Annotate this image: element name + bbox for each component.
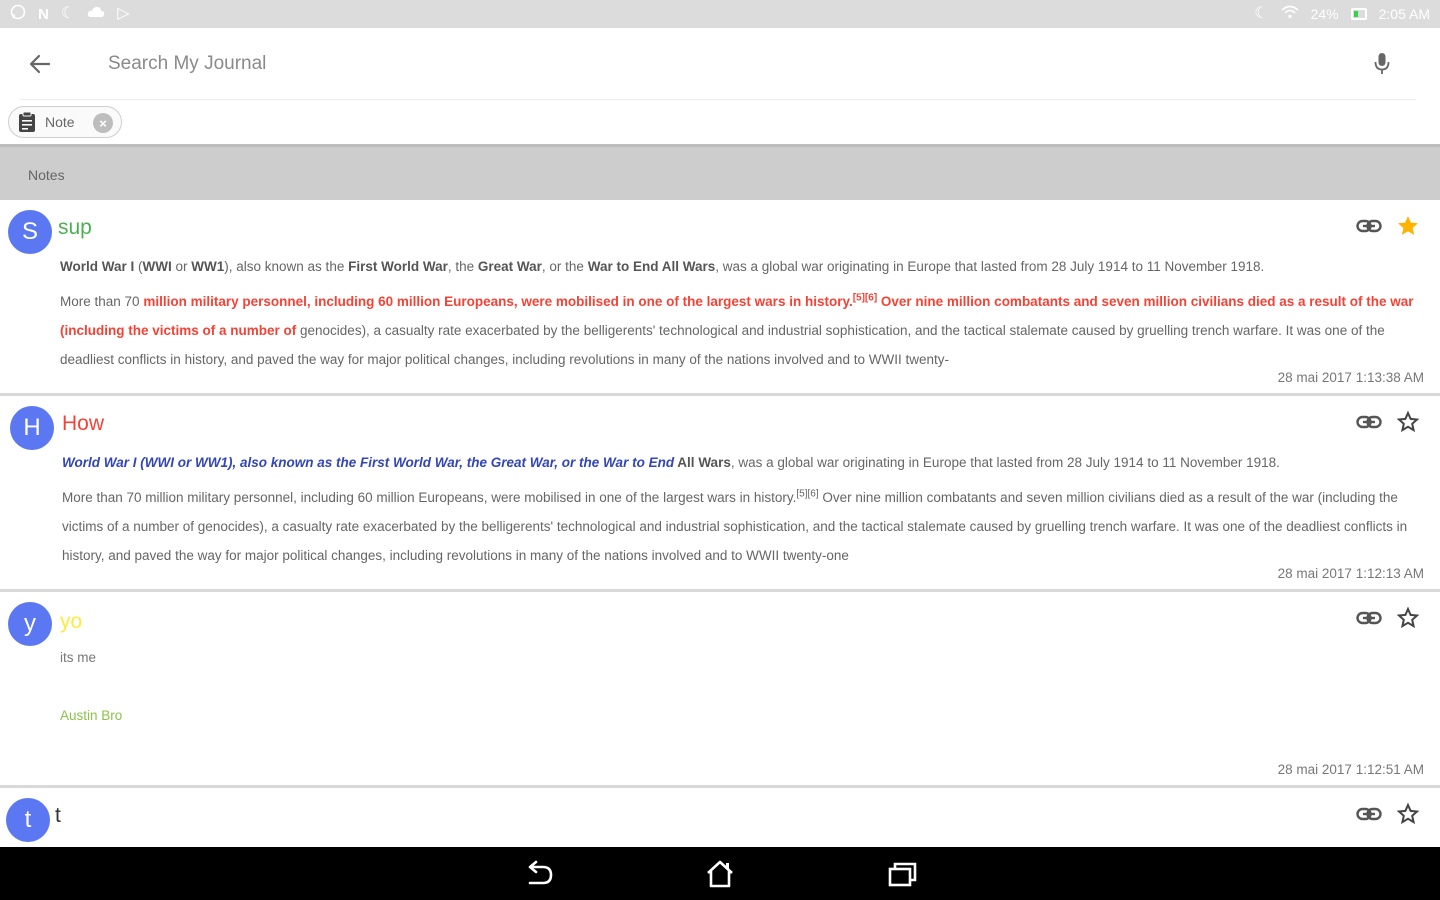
highlighted-text: million military personnel, including 60… <box>143 294 853 309</box>
text: More than 70 million military personnel,… <box>62 490 797 505</box>
avatar: y <box>8 602 52 646</box>
note-title: yo <box>60 610 83 633</box>
chip-close-icon[interactable]: × <box>93 113 113 133</box>
battery-percent: 24% <box>1310 6 1339 22</box>
star-filled-icon[interactable] <box>1396 214 1420 238</box>
link-icon[interactable] <box>1356 806 1382 822</box>
status-time: 2:05 AM <box>1378 6 1430 22</box>
text: , the <box>447 259 478 274</box>
moon-icon: ☾ <box>1254 5 1269 22</box>
star-outline-icon[interactable] <box>1396 606 1420 630</box>
nav-back-button[interactable] <box>521 857 557 891</box>
status-right-icons: ☾ 24% 2:05 AM <box>1254 5 1430 23</box>
note-card[interactable]: y yo its me Austin Bro 28 mai 2017 1:12:… <box>0 592 1440 788</box>
chip-label: Note <box>45 114 75 130</box>
clipboard-icon <box>19 111 35 132</box>
note-title: sup <box>58 216 92 239</box>
section-title: Notes <box>28 167 65 183</box>
note-card[interactable]: t t <box>0 788 1440 847</box>
note-filter-chip[interactable]: Note × <box>8 106 122 138</box>
microphone-icon <box>1374 53 1390 74</box>
text: ( <box>134 259 143 274</box>
text: or <box>171 259 192 274</box>
note-paragraph: More than 70 million military personnel,… <box>62 483 1424 564</box>
back-button[interactable] <box>22 48 58 80</box>
note-card[interactable]: S sup World War I (WWI or WW1), also kno… <box>0 200 1440 396</box>
bold-text: Great War <box>477 259 542 274</box>
nav-home-button[interactable] <box>702 857 738 891</box>
star-outline-icon[interactable] <box>1396 410 1420 434</box>
note-actions <box>1356 802 1420 826</box>
bold-text: All Wars <box>674 455 731 470</box>
citation-ref: [5][6] <box>796 488 819 500</box>
voice-search-button[interactable] <box>1366 48 1398 80</box>
navigation-bar <box>0 847 1440 900</box>
note-body: World War I (WWI or WW1), also known as … <box>60 252 1424 368</box>
search-bar <box>0 28 1440 100</box>
n-notification-icon: N <box>38 5 49 23</box>
bold-text: War to End All Wars <box>587 259 716 274</box>
cloud-icon <box>87 5 105 23</box>
note-signature: Austin Bro <box>60 708 123 723</box>
home-icon <box>707 860 733 888</box>
note-body: its me <box>60 650 97 665</box>
moon-icon: ☾ <box>60 5 76 22</box>
filter-chip-row: Note × <box>0 100 1440 144</box>
status-bar: N ☾ ▷ ☾ 24% 2:05 AM <box>0 0 1440 28</box>
note-first-line: World War I (WWI or WW1), also known as … <box>62 448 1424 477</box>
status-left-icons: N ☾ ▷ <box>10 4 130 24</box>
avatar: S <box>8 210 52 254</box>
arrow-back-icon <box>29 54 51 74</box>
text: , was a global war originating in Europe… <box>730 455 1280 470</box>
avatar: t <box>6 798 50 842</box>
bold-text: World War I <box>60 259 135 274</box>
note-date: 28 mai 2017 1:13:38 AM <box>1277 370 1424 385</box>
note-title: t <box>55 804 61 827</box>
note-actions <box>1356 410 1420 434</box>
note-body: World War I (WWI or WW1), also known as … <box>62 448 1424 564</box>
text: , was a global war originating in Europe… <box>715 259 1265 274</box>
citation-ref: [5][6] <box>852 292 878 304</box>
wifi-icon <box>1281 5 1299 23</box>
text: , or the <box>541 259 588 274</box>
recents-icon <box>888 862 917 887</box>
link-icon[interactable] <box>1356 414 1382 430</box>
whatsapp-icon <box>10 4 26 24</box>
section-header: Notes <box>0 144 1440 200</box>
battery-icon <box>1350 8 1367 20</box>
note-date: 28 mai 2017 1:12:51 AM <box>1277 762 1424 777</box>
bold-text: First World War <box>348 259 448 274</box>
highlighted-text: World War I (WWI or WW1), also known as … <box>62 455 675 470</box>
note-actions <box>1356 606 1420 630</box>
back-icon <box>528 860 553 885</box>
note-card[interactable]: H How World War I (WWI or WW1), also kno… <box>0 396 1440 592</box>
note-first-line: World War I (WWI or WW1), also known as … <box>60 252 1424 281</box>
link-icon[interactable] <box>1356 610 1382 626</box>
play-store-icon: ▷ <box>117 5 130 22</box>
star-outline-icon[interactable] <box>1396 802 1420 826</box>
nav-recents-button[interactable] <box>884 857 920 891</box>
note-actions <box>1356 214 1420 238</box>
link-icon[interactable] <box>1356 218 1382 234</box>
bold-text: WWI <box>142 259 172 274</box>
text: ), also known as the <box>224 259 349 274</box>
search-input[interactable] <box>108 46 1308 82</box>
text: More than 70 <box>60 294 144 309</box>
bold-text: WW1 <box>191 259 225 274</box>
note-date: 28 mai 2017 1:12:13 AM <box>1277 566 1424 581</box>
note-paragraph: More than 70 million military personnel,… <box>60 287 1424 368</box>
note-title: How <box>62 412 105 435</box>
avatar: H <box>10 406 54 450</box>
